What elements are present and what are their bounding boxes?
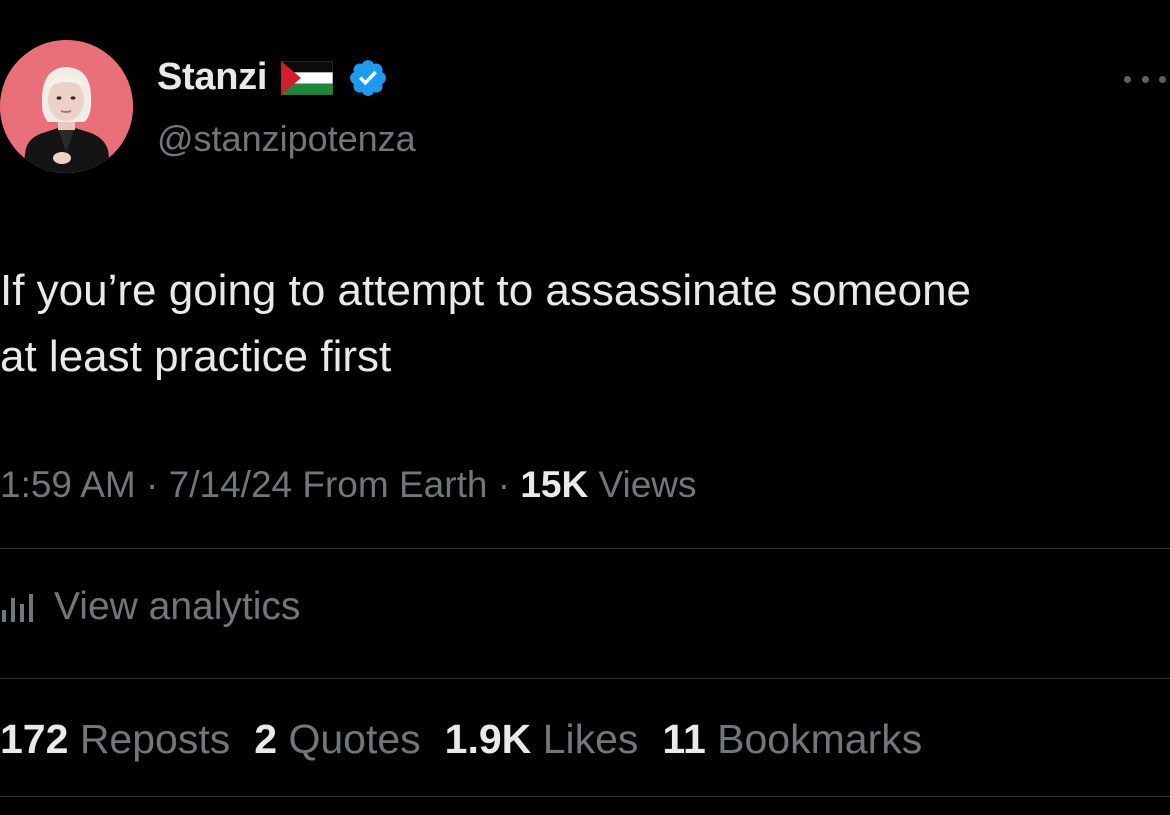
verified-badge-icon[interactable]	[347, 57, 389, 99]
reposts-count: 172	[0, 716, 69, 762]
author-name-row: Stanzi	[157, 56, 389, 99]
palestine-flag-icon	[281, 60, 334, 95]
divider	[0, 548, 1170, 549]
divider	[0, 796, 1170, 797]
avatar-photo	[0, 40, 133, 173]
more-dot	[1141, 75, 1149, 83]
bookmarks-label: Bookmarks	[717, 716, 923, 762]
reposts-label: Reposts	[79, 716, 231, 762]
more-dot	[1124, 75, 1131, 83]
tweet-detail: Stanzi @stanzipotenza If you’re going to…	[0, 0, 1170, 815]
meta-separator: ·	[135, 464, 169, 505]
bookmarks-count: 11	[662, 716, 706, 762]
views-label: Views	[588, 464, 697, 505]
likes-count: 1.9K	[444, 716, 532, 762]
views-count: 15K	[520, 464, 589, 505]
likes-label: Likes	[542, 716, 639, 762]
divider	[0, 678, 1170, 679]
analytics-icon	[2, 594, 33, 622]
stat-reposts[interactable]: 172 Reposts	[0, 716, 230, 763]
view-analytics-label: View analytics	[54, 585, 301, 628]
tweet-date[interactable]: 7/14/24	[169, 464, 292, 505]
avatar[interactable]	[0, 40, 133, 173]
display-name[interactable]: Stanzi	[157, 56, 267, 99]
stat-quotes[interactable]: 2 Quotes	[254, 716, 420, 763]
quotes-label: Quotes	[288, 716, 421, 762]
stat-bookmarks[interactable]: 11 Bookmarks	[662, 716, 922, 763]
more-options-icon[interactable]	[1120, 64, 1170, 94]
view-analytics-button[interactable]: View analytics	[0, 585, 300, 629]
tweet-source: From Earth	[292, 464, 488, 505]
tweet-time[interactable]: 1:59 AM	[0, 464, 136, 505]
stat-likes[interactable]: 1.9K Likes	[445, 716, 639, 763]
handle[interactable]: @stanzipotenza	[157, 118, 416, 160]
quotes-count: 2	[254, 716, 278, 762]
more-dot	[1159, 75, 1166, 83]
meta-separator: ·	[487, 464, 521, 505]
engagement-stats: 172 Reposts 2 Quotes 1.9K Likes 11 Bookm…	[0, 716, 922, 763]
tweet-text: If you’re going to attempt to assassinat…	[0, 266, 972, 381]
tweet-meta: 1:59 AM · 7/14/24 From Earth · 15K Views	[0, 464, 697, 506]
